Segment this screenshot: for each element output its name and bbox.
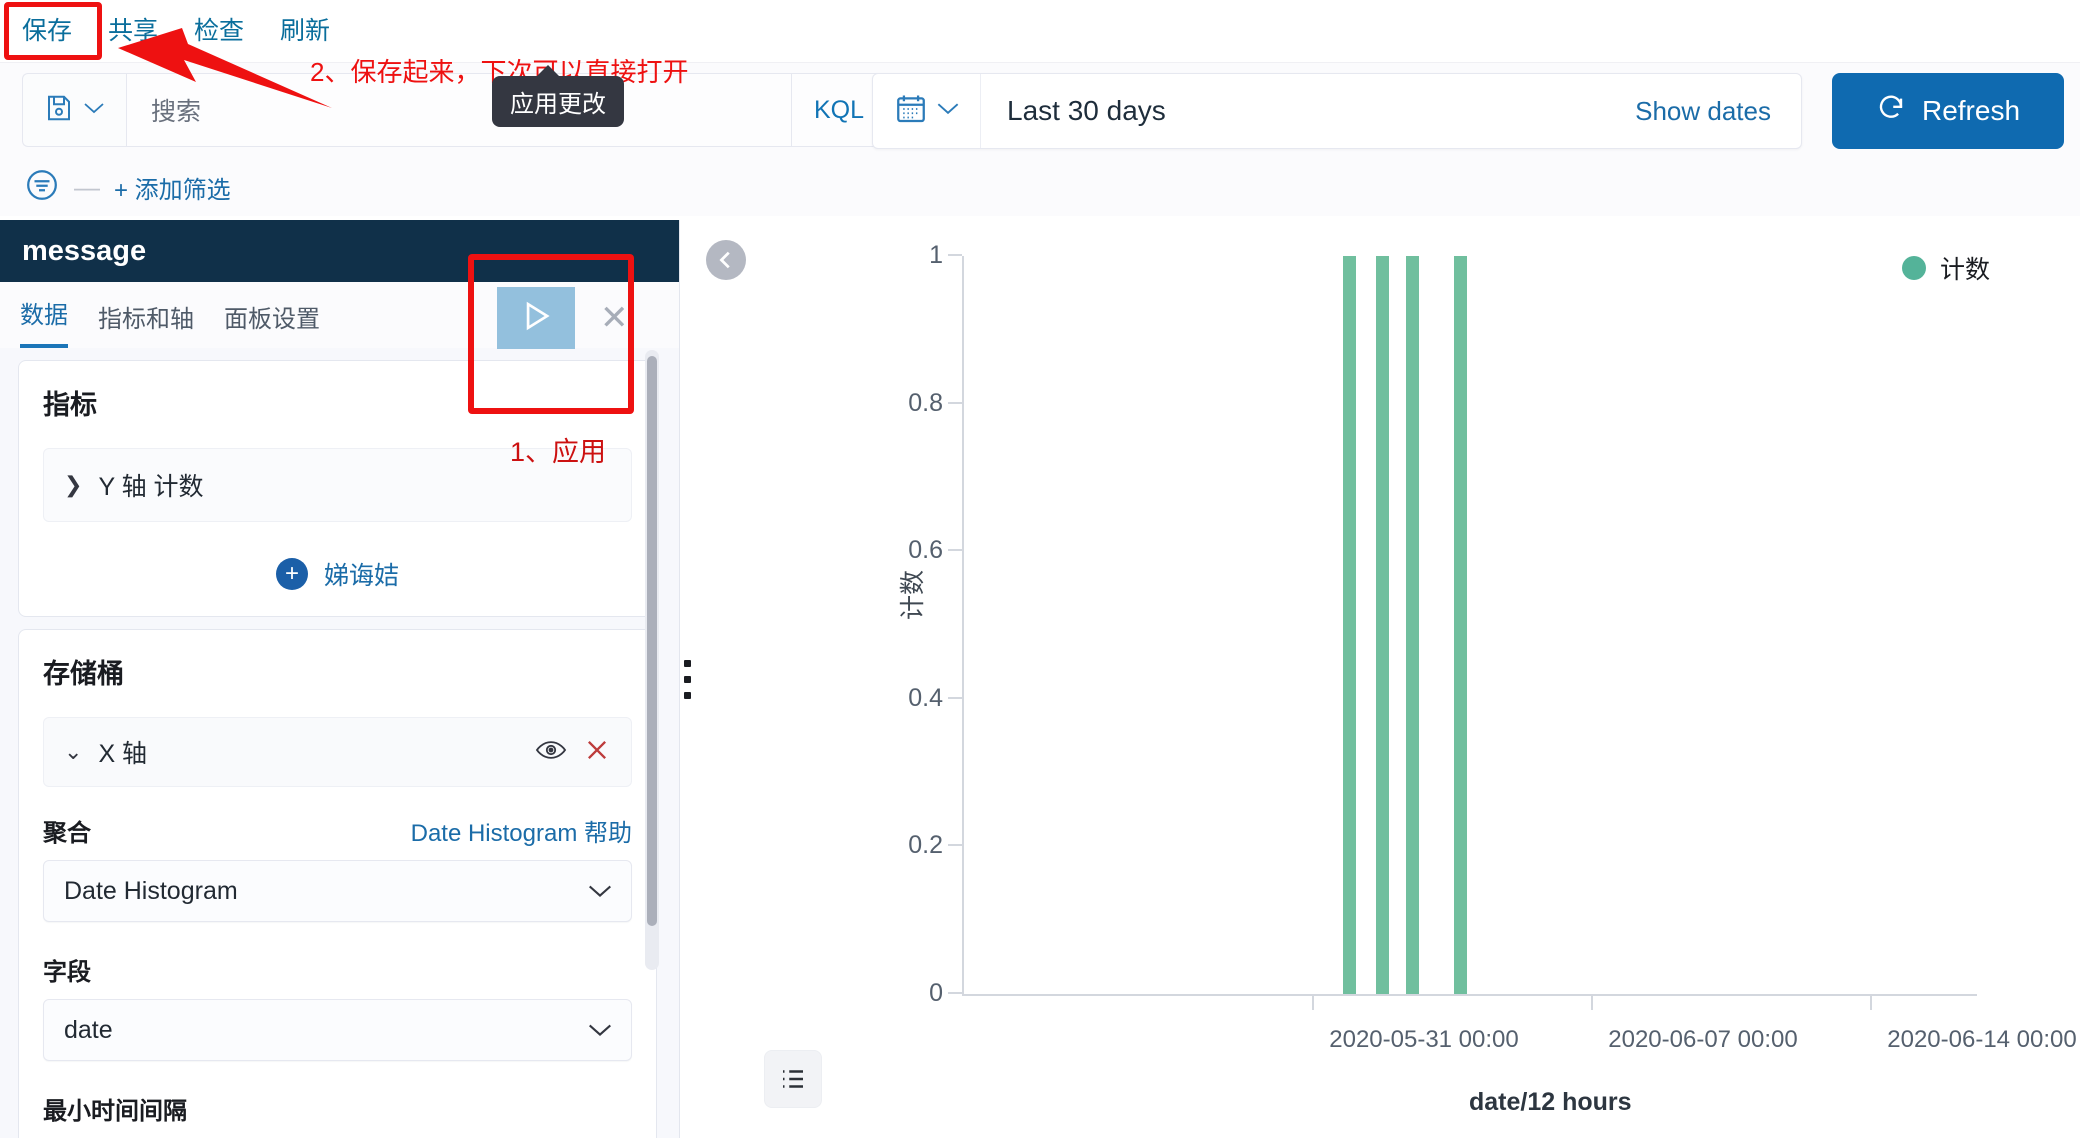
x-tick-label: 2020-06-14 00:00 <box>1887 1026 2077 1054</box>
y-tick-label: 0.6 <box>908 536 943 565</box>
y-tick-label: 0.2 <box>908 831 943 860</box>
bar[interactable] <box>1454 256 1467 994</box>
buckets-section-title: 存储桶 <box>43 652 632 691</box>
editor-scrollbar-thumb[interactable] <box>647 356 657 926</box>
search-input-placeholder: 搜索 <box>151 92 201 128</box>
x-axis-line <box>962 994 1977 996</box>
visualization-editor-panel: message 数据 指标和轴 面板设置 ✕ 指标 ❯ Y 轴 计数 + 娣诲姞… <box>0 220 680 1138</box>
filter-bar: — + 添加筛选 <box>0 158 2080 216</box>
y-tick-label: 0.4 <box>908 684 943 713</box>
bucket-row-label: X 轴 <box>98 734 519 770</box>
saved-query-button[interactable] <box>22 73 126 147</box>
y-tick <box>948 402 962 404</box>
y-tick <box>948 549 962 551</box>
y-tick-label: 0 <box>929 979 943 1008</box>
nav-item-share[interactable]: 共享 <box>108 0 158 62</box>
aggregation-select-value: Date Histogram <box>64 877 587 906</box>
list-icon[interactable] <box>764 1050 822 1108</box>
show-dates-button[interactable]: Show dates <box>1635 96 1801 127</box>
close-x-icon[interactable] <box>583 736 611 769</box>
x-tick-label: 2020-06-07 00:00 <box>1608 1026 1798 1054</box>
grip-dots-icon[interactable] <box>684 660 691 699</box>
calendar-icon <box>894 92 928 131</box>
save-disk-icon <box>44 92 74 129</box>
min-interval-label: 最小时间间隔 <box>43 1091 632 1126</box>
nav-item-save[interactable]: 保存 <box>22 0 72 62</box>
y-tick-label: 1 <box>929 241 943 270</box>
chevron-down-icon <box>587 877 613 906</box>
y-tick <box>948 697 962 699</box>
date-quick-menu-button[interactable] <box>873 74 981 148</box>
bucket-row-x-axis[interactable]: ⌄ X 轴 <box>43 717 632 787</box>
annotation-step-1: 1、应用 <box>510 430 606 469</box>
chevron-down-icon <box>936 101 960 121</box>
apply-changes-button[interactable] <box>497 287 575 349</box>
chevron-left-icon[interactable] <box>706 240 746 280</box>
y-tick <box>948 992 962 994</box>
y-axis-line <box>962 256 964 996</box>
x-tick <box>1591 996 1593 1010</box>
chart-container: 计数 计数 0 0.2 0.4 0.6 0.8 1 2020-05-31 00:… <box>681 220 2080 1138</box>
metrics-section-title: 指标 <box>43 383 632 422</box>
field-select[interactable]: date <box>43 999 632 1061</box>
tab-metrics-axes[interactable]: 指标和轴 <box>98 299 194 348</box>
tab-panel-settings[interactable]: 面板设置 <box>224 299 320 348</box>
refresh-button-label: Refresh <box>1922 95 2020 127</box>
date-range-value[interactable]: Last 30 days <box>981 95 1635 127</box>
refresh-icon <box>1876 93 1906 130</box>
y-tick <box>948 254 962 256</box>
x-axis-title: date/12 hours <box>1469 1088 1632 1117</box>
bar[interactable] <box>1406 256 1419 994</box>
plus-circle-icon: + <box>276 558 308 590</box>
chevron-down-icon: ⌄ <box>64 739 82 765</box>
aggregation-label: 聚合 <box>43 813 91 848</box>
aggregation-field-row: 聚合 Date Histogram 帮助 <box>43 813 632 848</box>
add-metric-button[interactable]: + 娣诲姞 <box>43 556 632 592</box>
date-picker: Last 30 days Show dates <box>872 73 1802 149</box>
editor-header: message <box>0 220 679 282</box>
bar[interactable] <box>1376 256 1389 994</box>
nav-item-inspect[interactable]: 检查 <box>194 0 244 62</box>
filter-icon[interactable] <box>24 167 60 208</box>
filter-separator: — <box>74 172 100 203</box>
chevron-down-icon <box>83 101 105 120</box>
x-tick <box>1870 996 1872 1010</box>
y-tick <box>948 844 962 846</box>
editor-scrollbar[interactable] <box>645 350 659 970</box>
metrics-card: 指标 ❯ Y 轴 计数 + 娣诲姞 <box>18 360 657 617</box>
play-icon <box>517 297 555 340</box>
y-axis-title: 计数 <box>893 570 929 620</box>
field-label: 字段 <box>43 952 632 987</box>
eye-icon[interactable] <box>535 738 567 767</box>
page-title: message <box>22 235 146 268</box>
field-select-value: date <box>64 1016 587 1045</box>
refresh-button[interactable]: Refresh <box>1832 73 2064 149</box>
y-tick-label: 0.8 <box>908 389 943 418</box>
editor-tab-bar: 数据 指标和轴 面板设置 ✕ <box>0 282 679 348</box>
chevron-right-icon: ❯ <box>64 472 82 498</box>
chevron-down-icon <box>587 1016 613 1045</box>
plot-area: 0 0.2 0.4 0.6 0.8 1 2020-05-31 00:00 202… <box>962 256 1977 996</box>
bar[interactable] <box>1343 256 1356 994</box>
apply-changes-tooltip: 应用更改 <box>492 76 624 127</box>
aggregation-select[interactable]: Date Histogram <box>43 860 632 922</box>
tab-data[interactable]: 数据 <box>20 295 68 348</box>
metric-row-label: Y 轴 计数 <box>98 467 203 503</box>
aggregation-help-link[interactable]: Date Histogram 帮助 <box>411 813 632 848</box>
buckets-card: 存储桶 ⌄ X 轴 聚合 Date Histogram 帮助 Date Hist… <box>18 629 657 1138</box>
x-tick <box>1312 996 1314 1010</box>
x-tick-label: 2020-05-31 00:00 <box>1329 1026 1519 1054</box>
add-filter-button[interactable]: + 添加筛选 <box>114 170 231 205</box>
add-metric-label: 娣诲姞 <box>324 556 399 592</box>
close-icon[interactable]: ✕ <box>600 298 629 338</box>
